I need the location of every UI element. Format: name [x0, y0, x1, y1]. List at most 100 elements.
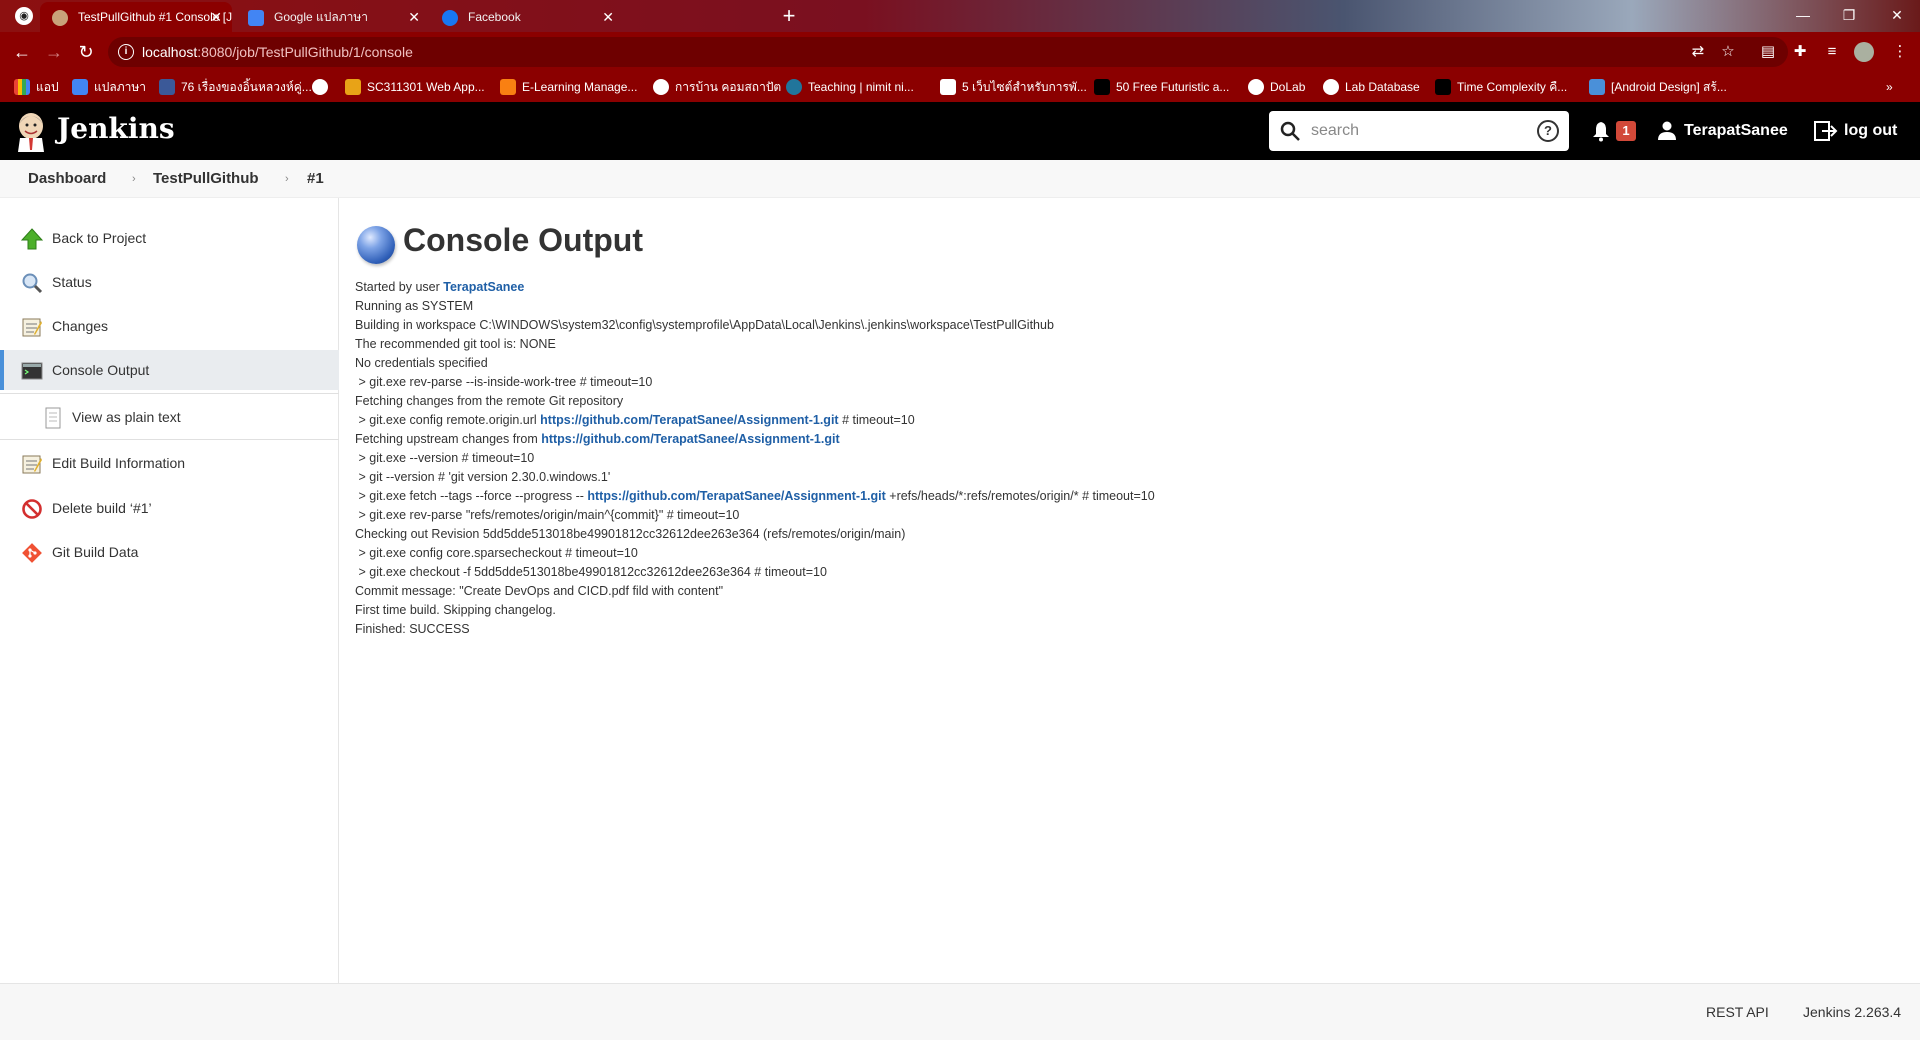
bookmark-star-icon[interactable]: ☆: [1718, 42, 1738, 62]
globe-icon: [653, 79, 669, 95]
sidebar-item-label: Git Build Data: [52, 544, 139, 560]
restore-button[interactable]: ❐: [1826, 0, 1872, 32]
forward-arrow-icon[interactable]: →: [42, 40, 66, 64]
tab-title: Facebook: [468, 10, 521, 24]
tab-title: Google แปลภาษา: [274, 10, 369, 24]
bookmark-label: Teaching | nimit ni...: [808, 80, 914, 94]
sidebar-item-view-plain-text[interactable]: View as plain text: [0, 397, 339, 437]
more-bookmarks-icon[interactable]: »: [1886, 72, 1893, 102]
globe-icon: [1323, 79, 1339, 95]
reload-icon[interactable]: ↻: [74, 40, 98, 64]
bookmark-item[interactable]: E-Learning Manage...: [500, 72, 637, 102]
breadcrumb-dashboard[interactable]: Dashboard: [28, 160, 106, 198]
github-icon[interactable]: ◉: [15, 7, 33, 25]
url-text[interactable]: localhost:8080/job/TestPullGithub/1/cons…: [142, 37, 413, 67]
sidebar-item-console-output[interactable]: Console Output: [0, 350, 339, 390]
console-link[interactable]: TerapatSanee: [443, 280, 524, 294]
console-text: > git.exe config core.sparsecheckout # t…: [355, 546, 638, 560]
breadcrumb-job[interactable]: TestPullGithub: [153, 160, 259, 198]
console-text: > git.exe config remote.origin.url: [355, 413, 541, 427]
console-line: Finished: SUCCESS: [355, 620, 1155, 639]
reading-list-icon[interactable]: ▤: [1758, 42, 1778, 62]
bookmark-label: Time Complexity คื...: [1457, 80, 1568, 94]
sidebar-item-delete-build[interactable]: Delete build ‘#1’: [0, 488, 339, 528]
console-line: Fetching changes from the remote Git rep…: [355, 392, 1155, 411]
logout-link[interactable]: log out: [1814, 119, 1897, 143]
notification-bell-icon[interactable]: [1590, 120, 1612, 142]
console-link[interactable]: https://github.com/TerapatSanee/Assignme…: [541, 432, 839, 446]
bookmark-item[interactable]: 50 Free Futuristic a...: [1094, 72, 1229, 102]
media-control-icon[interactable]: ≡: [1822, 42, 1842, 62]
sidebar-item-changes[interactable]: Changes: [0, 306, 339, 346]
console-text: > git --version # 'git version 2.30.0.wi…: [355, 470, 611, 484]
console-text: > git.exe --version # timeout=10: [355, 451, 535, 465]
translate-icon: [72, 79, 88, 95]
bookmark-translate[interactable]: แปลภาษา: [72, 72, 146, 102]
jenkins-logo-icon[interactable]: [14, 110, 48, 152]
extensions-puzzle-icon[interactable]: ✚: [1790, 42, 1810, 62]
build-status-ball-icon: [357, 226, 395, 264]
bookmark-item[interactable]: Teaching | nimit ni...: [786, 72, 914, 102]
bookmark-item[interactable]: SC311301 Web App...: [345, 72, 485, 102]
address-bar[interactable]: i localhost:8080/job/TestPullGithub/1/co…: [108, 37, 1788, 67]
sidebar-item-git-build-data[interactable]: Git Build Data: [0, 532, 339, 572]
rest-api-link[interactable]: REST API: [1706, 984, 1769, 1041]
site-info-icon[interactable]: i: [118, 44, 134, 60]
user-link[interactable]: TerapatSanee: [1658, 119, 1788, 143]
browser-toolbar: ← → ↻ i localhost:8080/job/TestPullGithu…: [0, 32, 1920, 72]
jenkins-title[interactable]: Jenkins: [57, 112, 175, 145]
bookmark-item[interactable]: การบ้าน คอมสถาปัต: [653, 72, 781, 102]
close-window-button[interactable]: ✕: [1874, 0, 1920, 32]
bookmark-label: E-Learning Manage...: [522, 80, 638, 94]
jenkins-version-link[interactable]: Jenkins 2.263.4: [1803, 984, 1901, 1041]
console-text: Building in workspace C:\WINDOWS\system3…: [355, 318, 1054, 332]
bookmark-item[interactable]: 5 เว็บไซต์สำหรับการพั...: [940, 72, 1087, 102]
console-text: Commit message: "Create DevOps and CICD.…: [355, 584, 724, 598]
username: TerapatSanee: [1684, 122, 1788, 139]
tab-google-translate[interactable]: Google แปลภาษา ✕: [236, 2, 430, 32]
bookmark-label: SC311301 Web App...: [367, 80, 485, 94]
breadcrumb-chevron-icon[interactable]: ›: [132, 160, 136, 198]
bookmark-item[interactable]: [Android Design] สร้...: [1589, 72, 1727, 102]
sidebar-item-status[interactable]: Status: [0, 262, 339, 302]
bookmark-item[interactable]: 76 เรื่องของอิ้นหลวงห์คู่...: [159, 72, 312, 102]
wordpress-icon: [786, 79, 802, 95]
bookmark-item[interactable]: DoLab: [1248, 72, 1305, 102]
menu-dots-icon[interactable]: ⋮: [1890, 42, 1910, 62]
console-line: Building in workspace C:\WINDOWS\system3…: [355, 316, 1155, 335]
console-link[interactable]: https://github.com/TerapatSanee/Assignme…: [587, 489, 885, 503]
back-arrow-icon[interactable]: ←: [10, 40, 34, 64]
sidebar-item-edit-build-info[interactable]: Edit Build Information: [0, 443, 339, 483]
minimize-button[interactable]: —: [1780, 0, 1826, 32]
sidebar-divider: [0, 439, 339, 440]
profile-avatar-icon[interactable]: [1854, 42, 1874, 62]
tab-jenkins-console[interactable]: TestPullGithub #1 Console [Jenkins] ✕: [40, 2, 232, 32]
bookmark-item[interactable]: Lab Database: [1323, 72, 1420, 102]
bookmark-item[interactable]: Time Complexity คื...: [1435, 72, 1567, 102]
console-line: > git.exe config core.sparsecheckout # t…: [355, 544, 1155, 563]
tab-facebook[interactable]: Facebook ✕: [430, 2, 624, 32]
help-icon[interactable]: ?: [1537, 120, 1559, 142]
console-text: Started by user: [355, 280, 444, 294]
close-tab-icon[interactable]: ✕: [408, 2, 420, 32]
sidebar-item-label: Back to Project: [52, 230, 147, 246]
bookmark-item[interactable]: [312, 72, 334, 102]
console-line: No credentials specified: [355, 354, 1155, 373]
notepad-icon: [22, 318, 42, 337]
bookmark-apps[interactable]: แอป: [14, 72, 59, 102]
translate-page-icon[interactable]: ⇄: [1688, 42, 1708, 62]
notification-count-badge[interactable]: 1: [1616, 121, 1636, 141]
console-text: # timeout=10: [838, 413, 915, 427]
sidebar-item-back-to-project[interactable]: Back to Project: [0, 218, 339, 258]
breadcrumb-chevron-icon[interactable]: ›: [285, 160, 289, 198]
new-tab-button[interactable]: +: [776, 4, 802, 30]
url-host: localhost: [142, 44, 198, 60]
bookmark-icon: [1589, 79, 1605, 95]
user-icon: [1658, 121, 1676, 140]
breadcrumb-build[interactable]: #1: [307, 160, 324, 198]
console-link[interactable]: https://github.com/TerapatSanee/Assignme…: [540, 413, 838, 427]
close-tab-icon[interactable]: ✕: [210, 2, 222, 32]
sidebar-item-label: Edit Build Information: [52, 455, 186, 471]
close-tab-icon[interactable]: ✕: [602, 2, 614, 32]
search-input[interactable]: [1311, 119, 1511, 143]
